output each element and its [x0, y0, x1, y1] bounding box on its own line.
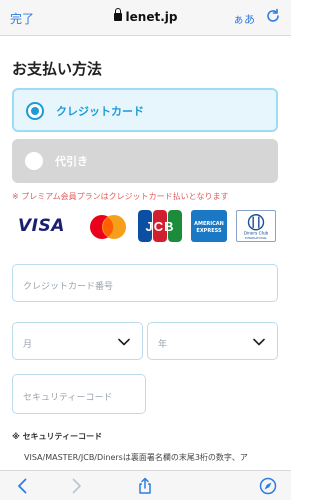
- payment-option-label: クレジットカード: [56, 105, 144, 118]
- share-icon[interactable]: [136, 477, 154, 495]
- jcb-logo-text: JCB: [145, 219, 174, 234]
- expiry-month-select[interactable]: 月: [12, 322, 143, 360]
- page-title: お支払い方法: [12, 60, 103, 78]
- payment-option-label: 代引き: [55, 155, 88, 168]
- premium-notice: ※ プレミアム会員プランはクレジットカード払いとなります: [12, 192, 229, 201]
- browser-bottom-bar: [0, 470, 291, 500]
- jcb-logo: JCB: [138, 210, 182, 242]
- chevron-down-icon: [118, 338, 130, 346]
- year-placeholder: 年: [158, 340, 168, 350]
- card-number-input[interactable]: クレジットカード番号: [12, 264, 278, 302]
- url-text: lenet.jp: [125, 10, 178, 24]
- card-brand-logos: VISA JCB AMERICAN EXPRESS Diners Club IN…: [12, 210, 278, 244]
- amex-logo-top: AMERICAN: [194, 221, 224, 227]
- mastercard-logo: [90, 215, 126, 239]
- security-code-heading: ※ セキュリティーコード: [12, 432, 103, 441]
- back-icon[interactable]: [14, 477, 32, 495]
- expiry-year-select[interactable]: 年: [147, 322, 278, 360]
- chevron-down-icon: [253, 338, 265, 346]
- amex-logo-bottom: EXPRESS: [196, 228, 222, 234]
- security-code-placeholder: セキュリティーコード: [23, 393, 113, 403]
- month-placeholder: 月: [23, 340, 33, 350]
- payment-option-cash-on-delivery[interactable]: 代引き: [12, 139, 278, 183]
- diners-logo-bottom: INTERNATIONAL: [245, 236, 268, 240]
- visa-logo: VISA: [18, 216, 65, 236]
- security-code-description: VISA/MASTER/JCB/Dinersは裏面署名欄の末尾3桁の数字、ア: [24, 453, 248, 462]
- card-number-placeholder: クレジットカード番号: [23, 282, 114, 292]
- radio-selected-icon[interactable]: [26, 102, 44, 120]
- forward-icon[interactable]: [67, 477, 85, 495]
- payment-option-credit-card[interactable]: クレジットカード: [12, 88, 278, 132]
- diners-logo-top: Diners Club: [244, 230, 269, 235]
- reload-icon[interactable]: [265, 8, 281, 24]
- radio-unselected-icon[interactable]: [25, 152, 43, 170]
- lock-icon: [113, 8, 122, 21]
- amex-logo: AMERICAN EXPRESS: [191, 210, 227, 242]
- text-size-button[interactable]: ぁあ: [233, 11, 255, 27]
- security-code-input[interactable]: セキュリティーコード: [12, 374, 146, 414]
- browser-top-bar: 完了 lenet.jp ぁあ: [0, 0, 291, 36]
- compass-icon[interactable]: [259, 477, 277, 495]
- diners-club-logo: Diners Club INTERNATIONAL: [236, 210, 276, 242]
